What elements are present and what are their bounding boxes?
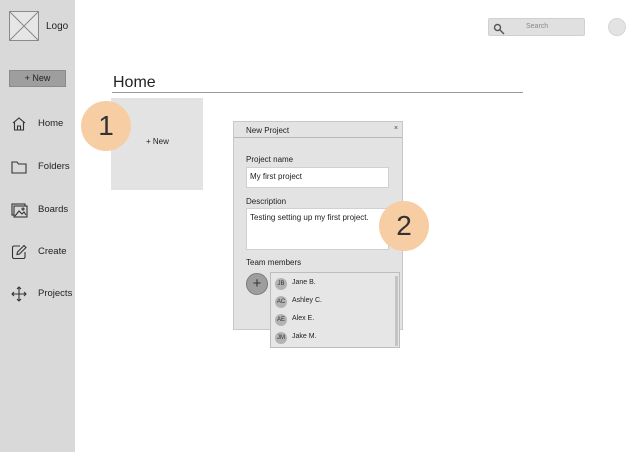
title-divider: [112, 92, 523, 93]
sidebar-item-create[interactable]: Create: [0, 240, 75, 264]
description-field[interactable]: Testing setting up my first project.: [246, 208, 389, 250]
home-icon: [10, 115, 28, 133]
sidebar-item-label: Folders: [38, 161, 70, 172]
member-avatar: AC: [275, 296, 287, 308]
member-option[interactable]: JB Jane B.: [271, 275, 395, 293]
sidebar-item-folders[interactable]: Folders: [0, 155, 75, 179]
sidebar-item-projects[interactable]: Projects: [0, 282, 75, 306]
sidebar-item-boards[interactable]: Boards: [0, 198, 75, 222]
sidebar-item-label: Boards: [38, 204, 69, 215]
image-icon: [10, 201, 28, 219]
sidebar-item-home[interactable]: Home: [0, 112, 75, 136]
description-label: Description: [246, 197, 287, 206]
project-name-field[interactable]: My first project: [246, 167, 389, 188]
logo-placeholder-icon: [9, 11, 39, 41]
member-name: Ashley C.: [292, 297, 322, 304]
team-members-label: Team members: [246, 258, 302, 267]
sidebar-item-label: Create: [38, 246, 67, 257]
member-avatar: JB: [275, 278, 287, 290]
members-dropdown: JB Jane B. AC Ashley C. AE Alex E. JM Ja…: [270, 272, 400, 348]
member-name: Alex E.: [292, 315, 315, 322]
member-name: Jane B.: [292, 279, 316, 286]
page-title: Home: [113, 74, 156, 91]
new-project-card-label: + New: [146, 137, 169, 146]
member-avatar: AE: [275, 314, 287, 326]
member-option[interactable]: AC Ashley C.: [271, 293, 395, 311]
logo-text: Logo: [46, 21, 69, 32]
callout-badge-1: 1: [81, 101, 131, 151]
edit-icon: [10, 243, 28, 261]
dialog-title: New Project: [246, 126, 290, 135]
new-button[interactable]: + New: [9, 70, 66, 87]
sidebar-item-label: Home: [38, 118, 64, 129]
search-placeholder: Search: [526, 23, 549, 30]
sidebar-item-label: Projects: [38, 288, 73, 299]
user-avatar[interactable]: [608, 18, 626, 36]
sidebar: Logo + New Home Folders Boards Create Pr…: [0, 0, 75, 452]
member-avatar: JM: [275, 332, 287, 344]
callout-badge-2: 2: [379, 201, 429, 251]
member-name: Jake M.: [292, 333, 317, 340]
member-option[interactable]: JM Jake M.: [271, 329, 395, 347]
folder-icon: [10, 158, 28, 176]
dropdown-scrollbar[interactable]: [395, 276, 398, 346]
search-icon: [493, 22, 505, 35]
project-name-label: Project name: [246, 155, 294, 164]
member-option[interactable]: AE Alex E.: [271, 311, 395, 329]
search-input[interactable]: Search: [488, 18, 585, 36]
close-icon[interactable]: ×: [394, 125, 398, 132]
add-member-button[interactable]: +: [246, 273, 268, 295]
dialog-header: New Project ×: [234, 122, 402, 138]
move-icon: [10, 285, 28, 303]
